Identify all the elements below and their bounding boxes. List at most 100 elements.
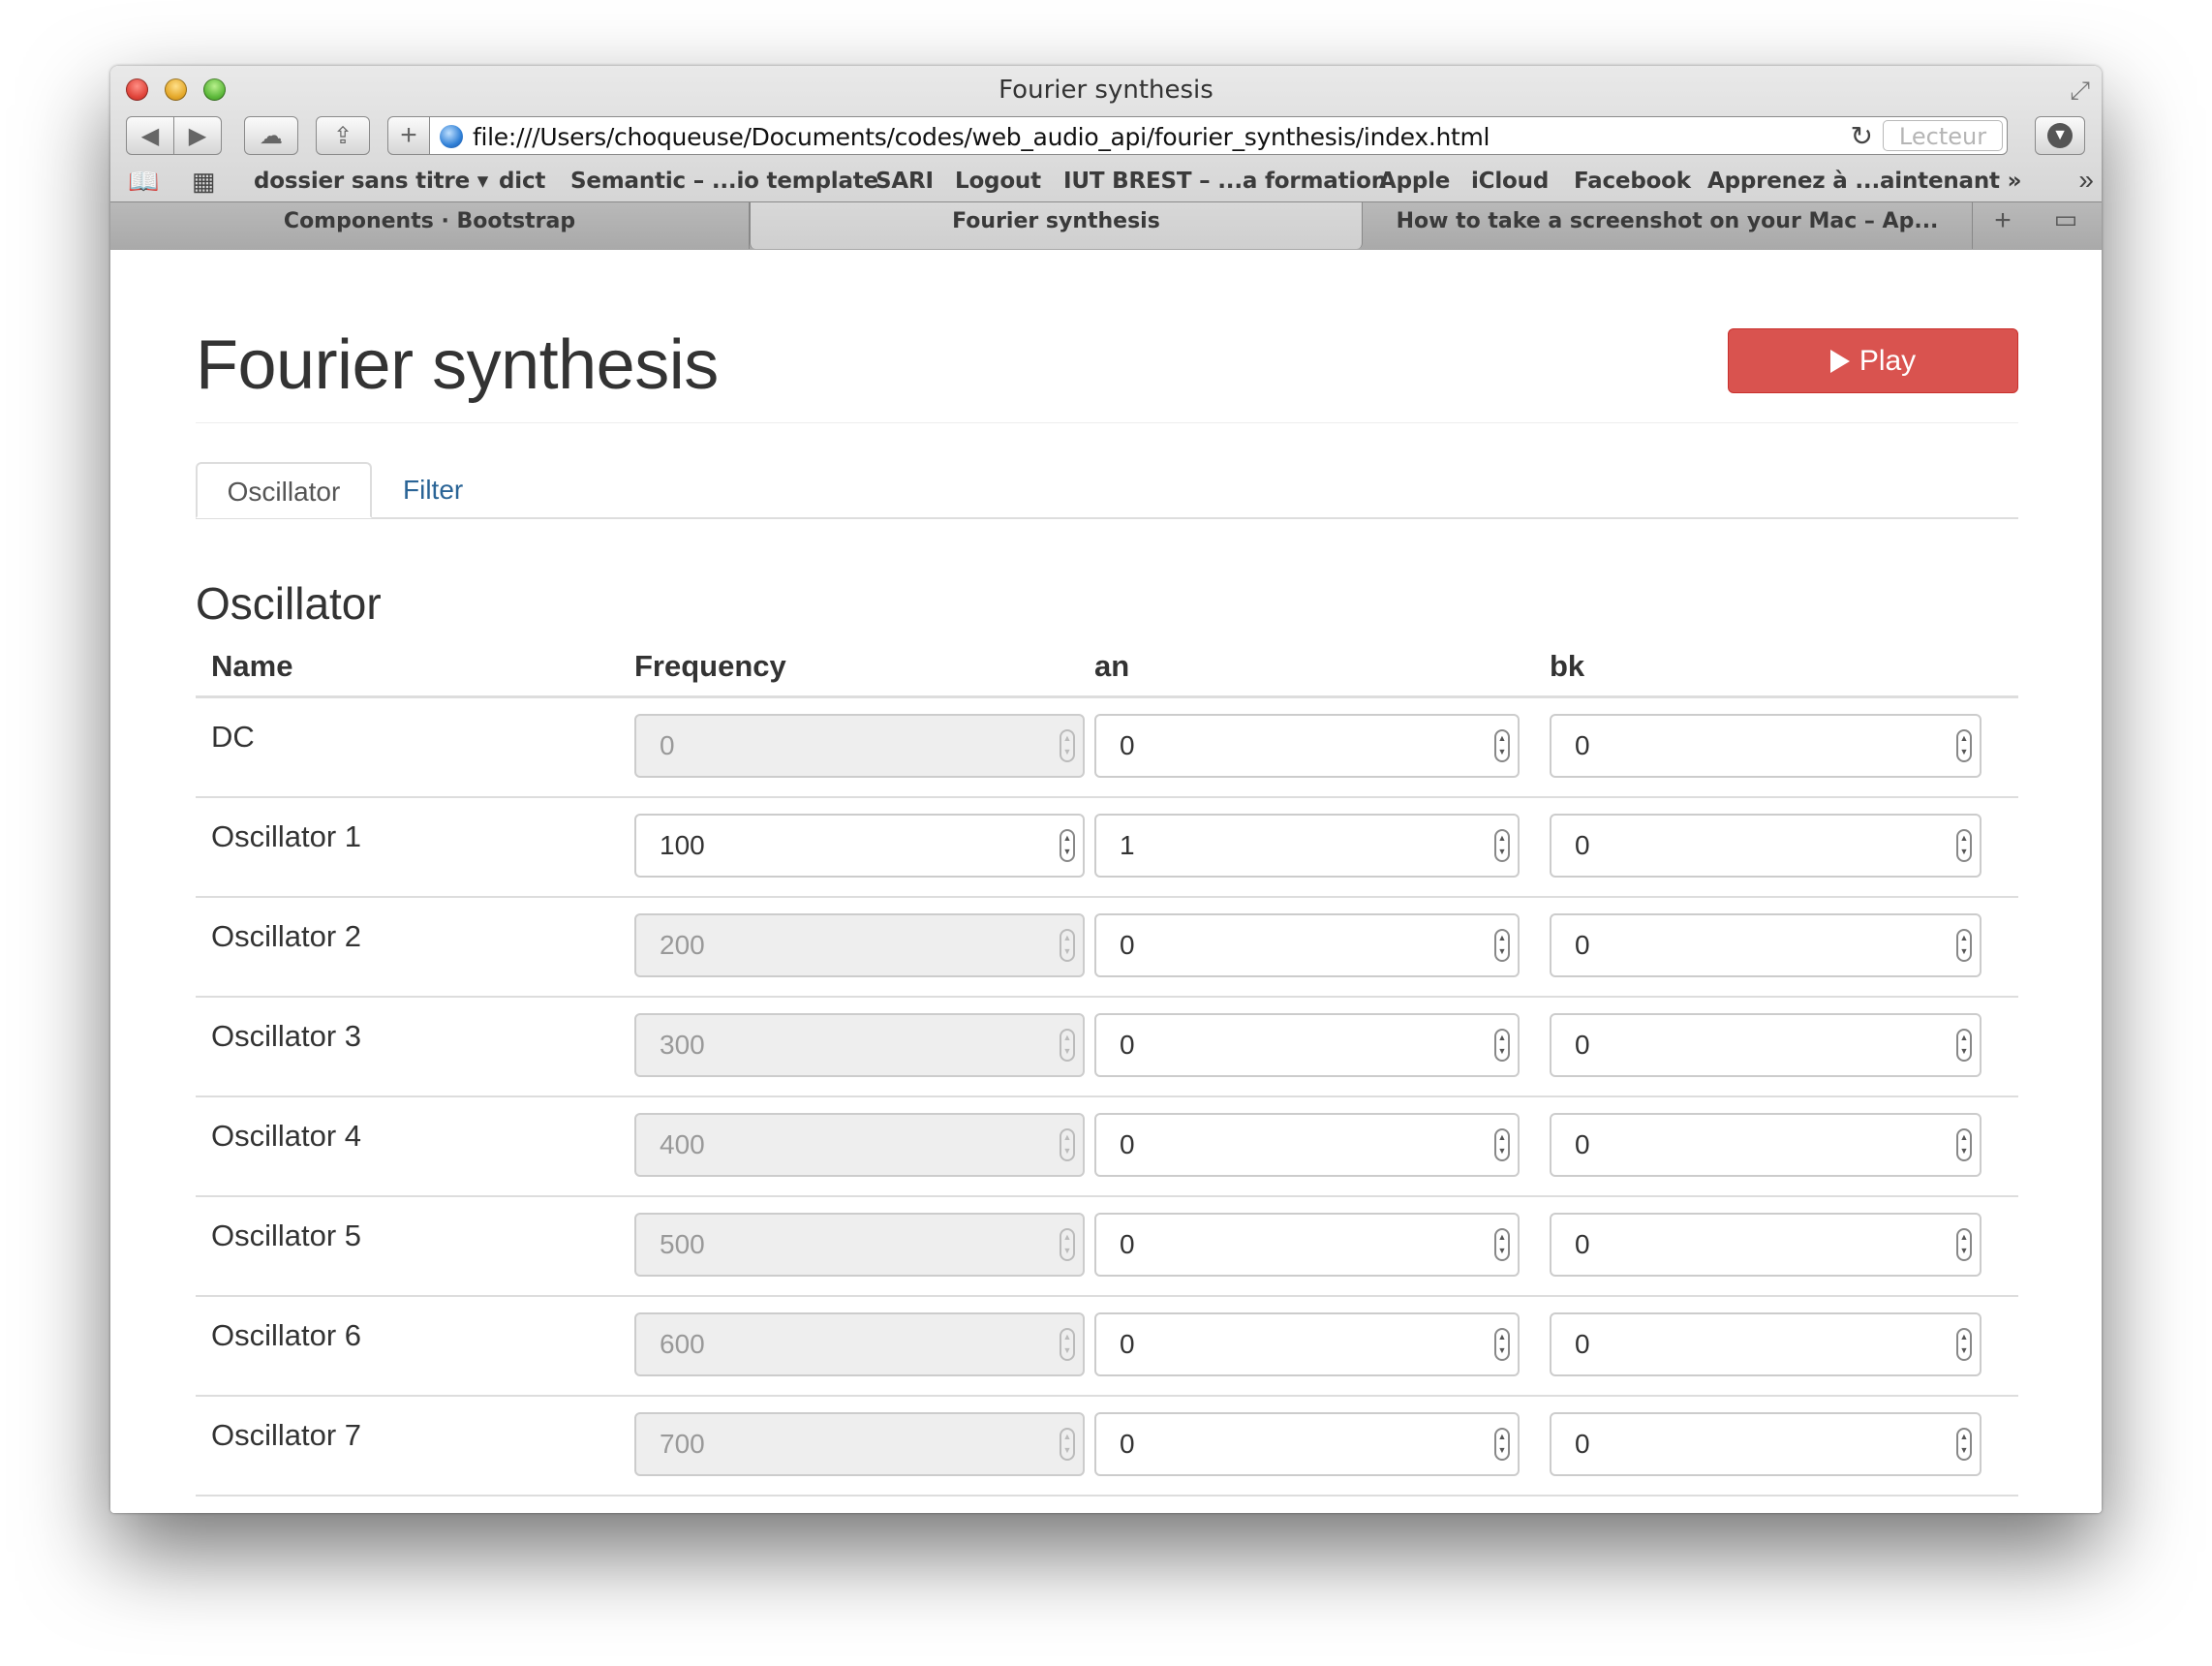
stepper-arrows-icon[interactable]: ▲ ▼	[1060, 1328, 1075, 1361]
stepper-arrows-icon[interactable]: ▲ ▼	[1956, 1029, 1972, 1062]
column-header-name: Name	[211, 649, 293, 683]
more-bookmarks-icon[interactable]: »	[2078, 165, 2094, 196]
frequency-input-value: 100	[660, 830, 705, 860]
stepper-arrows-icon[interactable]: ▲ ▼	[1060, 1228, 1075, 1261]
an-input[interactable]: 0 ▲ ▼	[1094, 1013, 1520, 1077]
table-row: Oscillator 7 700 ▲ ▼ 0 ▲ ▼ 0 ▲ ▼	[196, 1397, 2018, 1496]
an-input[interactable]: 0 ▲ ▼	[1094, 1113, 1520, 1177]
bookmark-item[interactable]: iCloud	[1471, 169, 1549, 194]
stepper-arrows-icon[interactable]: ▲ ▼	[1060, 1029, 1075, 1062]
frequency-input[interactable]: 100 ▲ ▼	[634, 814, 1085, 878]
bk-input-value: 0	[1575, 730, 1590, 760]
stepper-arrows-icon[interactable]: ▲ ▼	[1060, 1428, 1075, 1461]
fullscreen-icon[interactable]: ⤢	[2070, 76, 2090, 107]
browser-tab[interactable]: How to take a screenshot on your Mac – A…	[1363, 202, 1973, 249]
stepper-arrows-icon[interactable]: ▲ ▼	[1494, 1228, 1510, 1261]
bookmark-item[interactable]: IUT BREST – ...a formation	[1063, 169, 1387, 194]
an-input[interactable]: 0 ▲ ▼	[1094, 913, 1520, 977]
bookmark-item[interactable]: SARI	[876, 169, 934, 194]
bookmark-item[interactable]: dossier sans titre ▾	[254, 169, 488, 194]
stepper-arrows-icon[interactable]: ▲ ▼	[1956, 1328, 1972, 1361]
reader-button[interactable]: Lecteur	[1883, 120, 2003, 151]
an-input[interactable]: 1 ▲ ▼	[1094, 814, 1520, 878]
tab-oscillator[interactable]: Oscillator	[196, 462, 372, 518]
reload-icon[interactable]: ↻	[1851, 120, 1873, 152]
column-header-an: an	[1094, 649, 1130, 683]
stepper-arrows-icon[interactable]: ▲ ▼	[1060, 829, 1075, 862]
stepper-arrows-icon[interactable]: ▲ ▼	[1060, 929, 1075, 962]
bookmark-item[interactable]: Logout	[955, 169, 1041, 194]
icloud-tabs-button[interactable]: ☁	[244, 116, 298, 155]
an-input[interactable]: 0 ▲ ▼	[1094, 1412, 1520, 1476]
stepper-arrows-icon[interactable]: ▲ ▼	[1956, 1428, 1972, 1461]
stepper-arrows-icon[interactable]: ▲ ▼	[1494, 1128, 1510, 1161]
bookmarks-bar: 📖 ▦ dossier sans titre ▾ dict Semantic –…	[110, 161, 2102, 201]
frequency-input-value: 200	[660, 930, 705, 960]
stepper-arrows-icon[interactable]: ▲ ▼	[1956, 929, 1972, 962]
frequency-input: 200 ▲ ▼	[634, 913, 1085, 977]
an-input[interactable]: 0 ▲ ▼	[1094, 714, 1520, 778]
an-input-value: 0	[1120, 730, 1135, 760]
stepper-arrows-icon[interactable]: ▲ ▼	[1494, 1029, 1510, 1062]
forward-arrow-icon: ▶	[188, 122, 207, 149]
bk-input[interactable]: 0 ▲ ▼	[1550, 714, 1982, 778]
book-icon[interactable]: 📖	[128, 167, 159, 197]
frequency-input-value: 0	[660, 730, 675, 760]
an-input[interactable]: 0 ▲ ▼	[1094, 1213, 1520, 1277]
new-tab-icon[interactable]: +	[1975, 204, 2031, 237]
an-input-value: 0	[1120, 1030, 1135, 1060]
url-text[interactable]: file:///Users/choqueuse/Documents/codes/…	[473, 123, 1490, 151]
add-bookmark-button[interactable]: +	[387, 116, 430, 155]
stepper-arrows-icon[interactable]: ▲ ▼	[1060, 1128, 1075, 1161]
back-button[interactable]: ◀	[126, 116, 174, 155]
tab-filter[interactable]: Filter	[374, 462, 492, 518]
stepper-arrows-icon[interactable]: ▲ ▼	[1494, 729, 1510, 762]
bk-input[interactable]: 0 ▲ ▼	[1550, 1312, 1982, 1376]
bk-input[interactable]: 0 ▲ ▼	[1550, 1412, 1982, 1476]
bookmark-item[interactable]: Apple	[1379, 169, 1450, 194]
bk-input[interactable]: 0 ▲ ▼	[1550, 913, 1982, 977]
stepper-arrows-icon[interactable]: ▲ ▼	[1956, 829, 1972, 862]
frequency-input-value: 400	[660, 1129, 705, 1159]
stepper-arrows-icon[interactable]: ▲ ▼	[1494, 1428, 1510, 1461]
stepper-arrows-icon[interactable]: ▲ ▼	[1494, 1328, 1510, 1361]
address-bar[interactable]: file:///Users/choqueuse/Documents/codes/…	[429, 116, 2008, 155]
download-icon: ▼	[2047, 123, 2073, 148]
play-button[interactable]: Play	[1728, 328, 2018, 393]
bk-input-value: 0	[1575, 830, 1590, 860]
bookmark-item[interactable]: Facebook	[1574, 169, 1691, 194]
table-row: Oscillator 6 600 ▲ ▼ 0 ▲ ▼ 0 ▲ ▼	[196, 1297, 2018, 1397]
bk-input[interactable]: 0 ▲ ▼	[1550, 1213, 1982, 1277]
bk-input[interactable]: 0 ▲ ▼	[1550, 1113, 1982, 1177]
bk-input-value: 0	[1575, 1129, 1590, 1159]
oscillator-name: Oscillator 4	[211, 1119, 362, 1153]
stepper-arrows-icon[interactable]: ▲ ▼	[1494, 829, 1510, 862]
stepper-arrows-icon[interactable]: ▲ ▼	[1956, 729, 1972, 762]
bookmark-item[interactable]: dict	[499, 169, 545, 194]
an-input[interactable]: 0 ▲ ▼	[1094, 1312, 1520, 1376]
browser-toolbar: ◀ ▶ ☁ ⇪ + file:///Users/choqueuse/Docume…	[110, 112, 2102, 161]
table-row: Oscillator 2 200 ▲ ▼ 0 ▲ ▼ 0 ▲ ▼	[196, 898, 2018, 998]
page-title: Fourier synthesis	[196, 326, 719, 404]
an-input-value: 0	[1120, 1429, 1135, 1459]
bk-input[interactable]: 0 ▲ ▼	[1550, 1013, 1982, 1077]
tab-overview-icon[interactable]: ▭	[2038, 204, 2094, 234]
grid-icon[interactable]: ▦	[192, 167, 216, 197]
plus-icon: +	[400, 119, 417, 151]
play-icon	[1829, 349, 1850, 373]
forward-button[interactable]: ▶	[173, 116, 222, 155]
play-button-label: Play	[1859, 344, 1917, 377]
downloads-button[interactable]: ▼	[2035, 116, 2085, 155]
share-button[interactable]: ⇪	[316, 116, 370, 155]
browser-tab[interactable]: Components · Bootstrap	[110, 202, 750, 249]
stepper-arrows-icon[interactable]: ▲ ▼	[1060, 729, 1075, 762]
title-bar: Fourier synthesis ⤢	[110, 66, 2102, 112]
bookmark-item[interactable]: Apprenez à ...aintenant »	[1707, 169, 2021, 194]
browser-tab-active[interactable]: Fourier synthesis	[750, 202, 1363, 249]
an-input-value: 0	[1120, 1329, 1135, 1359]
bookmark-item[interactable]: Semantic – ...io template	[570, 169, 878, 194]
stepper-arrows-icon[interactable]: ▲ ▼	[1956, 1128, 1972, 1161]
stepper-arrows-icon[interactable]: ▲ ▼	[1956, 1228, 1972, 1261]
bk-input[interactable]: 0 ▲ ▼	[1550, 814, 1982, 878]
stepper-arrows-icon[interactable]: ▲ ▼	[1494, 929, 1510, 962]
